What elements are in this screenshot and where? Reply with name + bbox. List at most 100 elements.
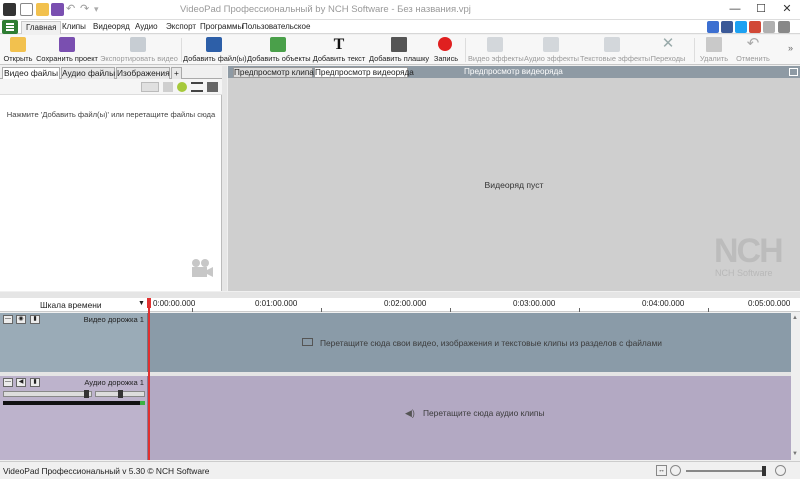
ruler-tick-label: 0:00:00.000 [153, 299, 196, 308]
add-text-button[interactable]: T Добавить текст [311, 35, 367, 65]
add-file-icon [206, 37, 222, 52]
zoom-slider[interactable] [686, 470, 766, 472]
save-project-button[interactable]: Сохранить проект [36, 35, 98, 65]
thumbnail-view-icon[interactable] [207, 82, 218, 92]
zoom-out-icon[interactable] [670, 465, 681, 476]
scroll-up-icon[interactable]: ▲ [792, 315, 798, 321]
help-icon[interactable] [763, 21, 775, 33]
scroll-down-icon[interactable]: ▼ [792, 451, 798, 457]
timeline-vertical-scrollbar[interactable]: ▲ ▼ [791, 313, 800, 460]
add-objects-button[interactable]: Добавить объекты [247, 35, 311, 65]
undo-qa-icon[interactable]: ↶ [66, 3, 79, 16]
audio-effects-button[interactable]: Аудио эффекты [524, 35, 579, 65]
facebook-icon[interactable] [721, 21, 733, 33]
fx-icon [487, 37, 503, 52]
ribbon-toolbar: Открыть Сохранить проект Экспортировать … [0, 35, 800, 65]
menu-export[interactable]: Экспорт [166, 21, 196, 34]
ruler-tick-label: 0:02:00.000 [384, 299, 427, 308]
chevron-down-icon[interactable]: ▼ [138, 300, 145, 307]
vertical-splitter[interactable] [222, 66, 227, 291]
bin-sort-dropdown[interactable] [141, 82, 159, 92]
lock-icon[interactable]: ▮ [30, 378, 40, 387]
redo-qa-icon[interactable]: ↷ [80, 3, 93, 16]
status-text: VideoPad Профессиональный v 5.30 © NCH S… [3, 466, 210, 476]
visibility-eye-icon[interactable]: ◉ [16, 315, 26, 324]
customize-qa-icon[interactable]: ▾ [94, 3, 107, 16]
window-title: VideoPad Профессиональный by NCH Softwar… [180, 4, 471, 15]
bin-add-icon[interactable] [177, 82, 187, 92]
delete-button[interactable]: Удалить [697, 35, 731, 65]
zoom-in-icon[interactable] [775, 465, 786, 476]
undock-icon[interactable] [789, 68, 798, 76]
ruler-tick-label: 0:01:00.000 [255, 299, 298, 308]
bin-empty-hint: Нажмите 'Добавить файл(ы)' или перетащит… [6, 110, 216, 119]
playhead-handle[interactable] [147, 298, 151, 308]
export-video-button[interactable]: Экспортировать видео [100, 35, 178, 65]
menu-sequence[interactable]: Видеоряд [93, 21, 130, 34]
add-objects-icon [270, 37, 286, 52]
collapse-track-icon[interactable]: — [3, 315, 13, 324]
tab-add[interactable]: + [171, 67, 182, 79]
menu-audio[interactable]: Аудио [135, 21, 158, 34]
trash-icon [706, 37, 722, 52]
bin-tabs: Видео файлы Аудио файлы Изображения + [0, 66, 222, 80]
pan-slider-handle[interactable] [118, 390, 123, 398]
add-files-button[interactable]: Добавить файл(ы) [183, 35, 247, 65]
tab-sequence-preview[interactable]: Предпросмотр видеоряда [314, 67, 414, 78]
video-track[interactable]: — ◉ ▮ Видео дорожка 1 Перетащите сюда св… [0, 313, 800, 372]
lock-icon[interactable]: ▮ [30, 315, 40, 324]
new-file-icon[interactable] [20, 3, 33, 16]
hamburger-menu-icon[interactable] [2, 20, 18, 34]
open-button[interactable]: Открыть [2, 35, 34, 65]
timeline-scale-dropdown[interactable]: Шкала времени [40, 300, 102, 310]
video-track-name: Видео дорожка 1 [83, 315, 144, 324]
ruler-tick-label: 0:03:00.000 [513, 299, 556, 308]
tab-clip-preview[interactable]: Предпросмотр клипа [233, 67, 314, 78]
volume-slider-handle[interactable] [84, 390, 89, 398]
twitter-icon[interactable] [735, 21, 747, 33]
app-logo-icon [3, 3, 16, 16]
video-track-hint: Перетащите сюда свои видео, изображения … [320, 338, 662, 348]
menu-custom[interactable]: Пользовательское [242, 21, 310, 34]
save-icon[interactable] [51, 3, 64, 16]
record-button[interactable]: Запись [431, 35, 461, 65]
undo-button[interactable]: ↶ Отменить [733, 35, 773, 65]
audio-track[interactable]: — ◀ ▮ Аудио дорожка 1 ◀) Перетащите сюда… [0, 376, 800, 460]
preview-title: Предпросмотр видеоряда [464, 67, 563, 76]
transitions-button[interactable]: ✕ Переходы [646, 35, 690, 65]
volume-slider[interactable] [3, 391, 92, 397]
timeline-ruler[interactable]: 0:00:00.000 0:01:00.000 0:02:00.000 0:03… [148, 298, 800, 312]
text-effects-button[interactable]: Текстовые эффекты [580, 35, 650, 65]
folder-icon [10, 37, 26, 52]
minimize-button[interactable]: — [722, 0, 748, 20]
close-button[interactable]: ✕ [774, 0, 800, 20]
tab-images[interactable]: Изображения [116, 67, 170, 79]
like-icon[interactable] [707, 21, 719, 33]
video-effects-button[interactable]: Видео эффекты [468, 35, 524, 65]
image-icon [302, 338, 313, 346]
open-folder-icon[interactable] [36, 3, 49, 16]
speaker-icon: ◀) [405, 408, 415, 418]
menu-more-icon[interactable] [778, 21, 790, 33]
audio-level-peak [140, 401, 145, 405]
bin-info-icon[interactable] [163, 82, 173, 92]
film-export-icon [130, 37, 146, 52]
speaker-icon[interactable]: ◀ [16, 378, 26, 387]
playhead-line[interactable] [148, 298, 150, 460]
zoom-slider-handle[interactable] [762, 466, 766, 476]
sequence-empty-text: Видеоряд пуст [484, 180, 544, 190]
collapse-track-icon[interactable]: — [3, 378, 13, 387]
audio-track-name: Аудио дорожка 1 [84, 378, 144, 387]
preview-panel: Предпросмотр клипа Предпросмотр видеоряд… [228, 66, 800, 291]
maximize-button[interactable]: ☐ [748, 0, 774, 20]
ribbon-more-icon[interactable]: » [788, 43, 793, 53]
list-view-icon[interactable] [191, 82, 203, 92]
menu-home[interactable]: Главная [21, 21, 62, 34]
youtube-icon[interactable] [749, 21, 761, 33]
record-icon [438, 37, 452, 51]
menu-programs[interactable]: Программы [200, 21, 243, 34]
menu-clips[interactable]: Клипы [62, 21, 86, 34]
add-slide-button[interactable]: Добавить плашку [369, 35, 429, 65]
fit-timeline-icon[interactable]: ↔ [656, 465, 667, 476]
tab-audio-files[interactable]: Аудио файлы [61, 67, 115, 79]
